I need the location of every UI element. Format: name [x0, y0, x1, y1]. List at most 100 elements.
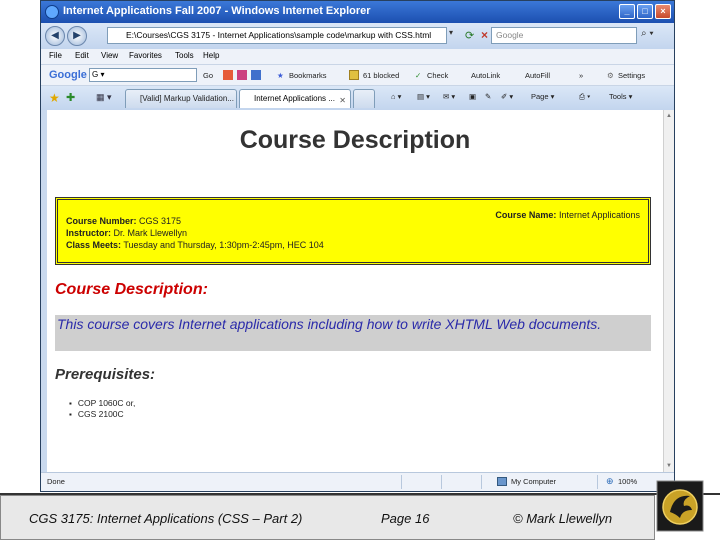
pen-icon[interactable]: ✐ ▾	[501, 92, 513, 101]
home-icon[interactable]: ⌂ ▾	[391, 92, 401, 101]
new-tab-button[interactable]	[353, 89, 375, 108]
star-icon: ★	[277, 71, 284, 80]
footer-page-number: Page 16	[381, 511, 430, 526]
course-name: Course Name: Internet Applications	[495, 210, 640, 220]
mail-icon[interactable]: ✉ ▾	[443, 92, 455, 101]
refresh-icon[interactable]: ⟳	[465, 29, 474, 42]
menu-bar: File Edit View Favorites Tools Help	[41, 49, 674, 64]
computer-icon	[497, 477, 507, 486]
settings-button[interactable]: Settings	[618, 71, 645, 80]
instructor-label: Instructor:	[66, 228, 111, 238]
check-button[interactable]: Check	[427, 71, 448, 80]
tab-label: Internet Applications ...	[254, 94, 335, 103]
autolink-button[interactable]: AutoLink	[471, 71, 500, 80]
slide: Internet Applications Fall 2007 - Window…	[0, 0, 720, 540]
zoom-icon[interactable]: ⊕	[606, 476, 614, 487]
check-icon: ✓	[415, 71, 422, 80]
class-meets: Class Meets: Tuesday and Thursday, 1:30p…	[66, 240, 324, 250]
security-zone: My Computer	[511, 477, 557, 486]
toolbar-icon-2[interactable]	[237, 70, 247, 80]
tab-bar: ★ ✚ ▦ ▾ [Valid] Markup Validation... Int…	[41, 86, 674, 110]
course-number-value: CGS 3175	[136, 216, 182, 226]
tab-markup-validation[interactable]: [Valid] Markup Validation...	[125, 89, 237, 108]
google-search-input[interactable]: G ▾	[89, 68, 197, 82]
toolbar-more-button[interactable]: »	[579, 71, 583, 80]
page-content: Course Description Course Number: CGS 31…	[47, 110, 663, 472]
address-bar: ◀ ▶ E:\Courses\CGS 3175 - Internet Appli…	[41, 23, 674, 49]
scroll-up-icon[interactable]: ▲	[664, 111, 674, 121]
print-icon[interactable]: ⎙ ▾	[579, 92, 590, 102]
tools-menu-button[interactable]: Tools ▾	[609, 92, 632, 101]
list-item: CGS 2100C	[69, 409, 135, 420]
popup-blocker-icon	[349, 70, 359, 80]
course-number: Course Number: CGS 3175	[66, 216, 181, 226]
popup-blocked-count[interactable]: 61 blocked	[363, 71, 399, 80]
status-divider	[481, 475, 482, 489]
menu-edit[interactable]: Edit	[75, 51, 89, 60]
settings-icon: ⚙	[607, 71, 614, 80]
menu-help[interactable]: Help	[203, 51, 219, 60]
forward-button[interactable]: ▶	[67, 26, 87, 46]
scroll-down-icon[interactable]: ▼	[664, 461, 674, 471]
browser-window: Internet Applications Fall 2007 - Window…	[40, 0, 675, 492]
toolbar-icon-1[interactable]	[223, 70, 233, 80]
prerequisites-list: COP 1060C or, CGS 2100C	[69, 398, 136, 420]
window-title: Internet Applications Fall 2007 - Window…	[63, 5, 371, 17]
menu-tools[interactable]: Tools	[175, 51, 194, 60]
search-icon[interactable]: ⌕ ▾	[641, 28, 654, 39]
course-name-label: Course Name:	[495, 210, 557, 220]
page-title: Course Description	[239, 126, 471, 154]
bookmarks-button[interactable]: Bookmarks	[289, 71, 327, 80]
instructor: Instructor: Dr. Mark Llewellyn	[66, 228, 187, 238]
menu-view[interactable]: View	[101, 51, 118, 60]
list-item: COP 1060C or,	[69, 398, 136, 409]
stop-icon[interactable]: ×	[481, 28, 488, 42]
description-text: This course covers Internet applications…	[57, 316, 602, 332]
tools-menu-label: Tools	[609, 92, 627, 101]
class-meets-label: Class Meets:	[66, 240, 122, 250]
back-button[interactable]: ◀	[45, 26, 65, 46]
search-input[interactable]: Google	[491, 27, 637, 44]
ie-icon	[45, 5, 59, 19]
minimize-button[interactable]: _	[619, 4, 635, 19]
autofill-button[interactable]: AutoFill	[525, 71, 550, 80]
status-bar: Done My Computer ⊕ 100%	[41, 472, 674, 491]
description-band: This course covers Internet applications…	[55, 315, 651, 351]
ucf-pegasus-logo-icon	[656, 480, 704, 532]
tab-list-icon[interactable]: ▦ ▾	[96, 92, 112, 103]
status-divider	[401, 475, 402, 489]
vertical-scrollbar[interactable]: ▲ ▼	[663, 110, 674, 472]
page-menu-button[interactable]: Page ▾	[531, 92, 554, 101]
zoom-level[interactable]: 100%	[618, 477, 637, 486]
favorites-star-icon[interactable]: ★	[49, 91, 60, 105]
title-bar: Internet Applications Fall 2007 - Window…	[41, 1, 674, 23]
address-dropdown-icon[interactable]: ▾	[449, 28, 461, 43]
google-go-button[interactable]: Go	[203, 71, 213, 80]
page-menu-label: Page	[531, 92, 549, 101]
course-name-value: Internet Applications	[556, 210, 640, 220]
prerequisites-heading: Prerequisites:	[55, 366, 156, 383]
footer-copyright: © Mark Llewellyn	[513, 511, 613, 526]
close-tab-icon[interactable]: ✕	[339, 92, 346, 108]
course-number-label: Course Number:	[66, 216, 137, 226]
maximize-button[interactable]: □	[637, 4, 653, 19]
menu-file[interactable]: File	[49, 51, 62, 60]
status-divider	[597, 475, 598, 489]
tab-internet-applications[interactable]: Internet Applications ... ✕	[239, 89, 351, 108]
research-icon[interactable]: ✎	[485, 92, 491, 101]
google-toolbar: Google G ▾ Go ★ Bookmarks 61 blocked ✓ C…	[41, 64, 674, 86]
slide-footer: CGS 3175: Internet Applications (CSS – P…	[0, 495, 655, 540]
status-divider	[441, 475, 442, 489]
feeds-icon[interactable]: ▤ ▾	[417, 92, 430, 101]
toolbar-icon-3[interactable]	[251, 70, 261, 80]
google-logo: Google	[49, 69, 87, 81]
menu-favorites[interactable]: Favorites	[129, 51, 162, 60]
close-button[interactable]: ×	[655, 4, 671, 19]
clipboard-icon[interactable]: ▣	[469, 92, 476, 101]
description-heading: Course Description:	[55, 281, 208, 298]
course-info-box: Course Number: CGS 3175 Instructor: Dr. …	[55, 197, 651, 265]
address-input[interactable]: E:\Courses\CGS 3175 - Internet Applicati…	[107, 27, 447, 44]
tab-label: [Valid] Markup Validation...	[140, 94, 234, 103]
status-text: Done	[47, 477, 65, 486]
add-favorites-icon[interactable]: ✚	[66, 91, 75, 104]
